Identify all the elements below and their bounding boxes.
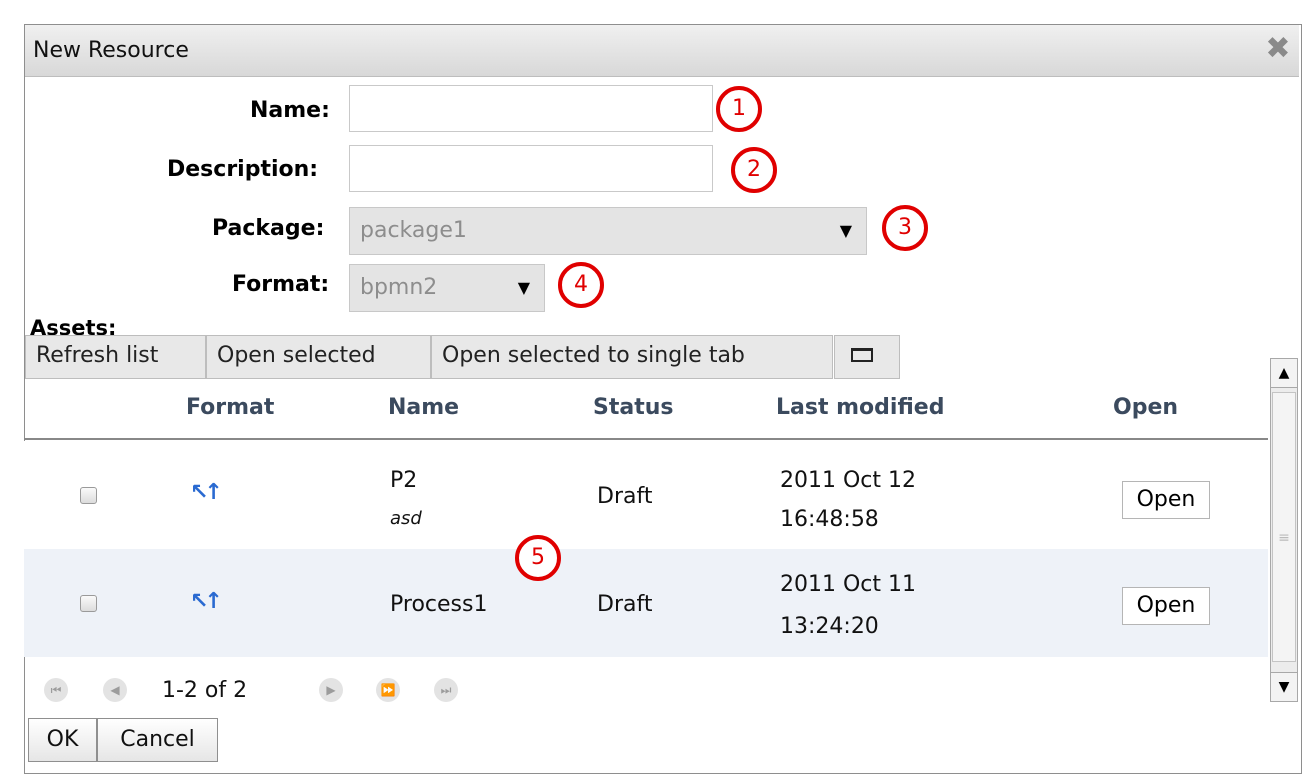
bpmn-process-icon: ↖↑ xyxy=(190,480,223,505)
format-select-value: bpmn2 xyxy=(360,275,438,300)
pager-range: 1-2 of 2 xyxy=(162,678,248,703)
asset-time: 13:24:20 xyxy=(780,614,879,639)
name-input[interactable] xyxy=(349,85,713,132)
dialog-titlebar: New Resource ✖ xyxy=(25,25,1299,77)
description-label: Description: xyxy=(167,157,319,182)
cancel-button[interactable]: Cancel xyxy=(97,718,218,762)
asset-name: Process1 xyxy=(390,592,488,617)
open-selected-single-tab-button[interactable]: Open selected to single tab xyxy=(431,335,833,379)
asset-status: Draft xyxy=(597,592,653,617)
row-checkbox[interactable] xyxy=(80,487,97,504)
row-checkbox[interactable] xyxy=(80,595,97,612)
description-input[interactable] xyxy=(349,145,713,192)
package-select[interactable]: package1 ▼ xyxy=(349,207,867,255)
columns-icon xyxy=(851,348,873,362)
scroll-up-icon[interactable]: ▲ xyxy=(1270,358,1298,388)
close-icon[interactable]: ✖ xyxy=(1263,34,1293,64)
callout-3: 3 xyxy=(882,205,928,251)
refresh-list-button[interactable]: Refresh list xyxy=(25,335,206,379)
name-label: Name: xyxy=(250,98,330,123)
format-label: Format: xyxy=(232,272,330,297)
chevron-down-icon: ▼ xyxy=(839,221,852,240)
asset-date: 2011 Oct 12 xyxy=(780,468,917,493)
column-header-last-modified[interactable]: Last modified xyxy=(776,395,944,420)
callout-2: 2 xyxy=(731,147,777,193)
header-divider xyxy=(24,438,1268,440)
column-header-name[interactable]: Name xyxy=(388,395,459,420)
grip-icon: ≡ xyxy=(1278,530,1290,546)
open-selected-button[interactable]: Open selected xyxy=(206,335,431,379)
package-select-value: package1 xyxy=(360,218,467,243)
asset-status: Draft xyxy=(597,484,653,509)
asset-name: P2 xyxy=(390,468,418,493)
column-header-open[interactable]: Open xyxy=(1113,395,1178,420)
asset-description: asd xyxy=(390,508,422,529)
ok-button[interactable]: OK xyxy=(28,718,97,762)
open-asset-button[interactable]: Open xyxy=(1122,481,1210,519)
asset-time: 16:48:58 xyxy=(780,507,879,532)
chevron-down-icon: ▼ xyxy=(517,278,530,297)
dialog-title: New Resource xyxy=(33,38,189,63)
first-page-icon[interactable]: ⏮ xyxy=(44,678,68,702)
callout-4: 4 xyxy=(558,262,604,308)
open-asset-button[interactable]: Open xyxy=(1122,587,1210,625)
bpmn-process-icon: ↖↑ xyxy=(190,589,223,614)
column-header-status[interactable]: Status xyxy=(593,395,673,420)
callout-1: 1 xyxy=(716,86,762,132)
format-select[interactable]: bpmn2 ▼ xyxy=(349,264,545,312)
scroll-down-icon[interactable]: ▼ xyxy=(1270,672,1298,702)
asset-date: 2011 Oct 11 xyxy=(780,572,917,597)
columns-picker-button[interactable] xyxy=(834,335,900,379)
previous-page-icon[interactable]: ◀ xyxy=(103,678,127,702)
scrollbar-thumb[interactable] xyxy=(1272,392,1296,662)
column-header-format[interactable]: Format xyxy=(186,395,274,420)
fast-forward-icon[interactable]: ⏩ xyxy=(376,678,400,702)
last-page-icon[interactable]: ⏭ xyxy=(434,678,458,702)
callout-5: 5 xyxy=(515,535,561,581)
next-page-icon[interactable]: ▶ xyxy=(319,678,343,702)
package-label: Package: xyxy=(212,216,325,241)
